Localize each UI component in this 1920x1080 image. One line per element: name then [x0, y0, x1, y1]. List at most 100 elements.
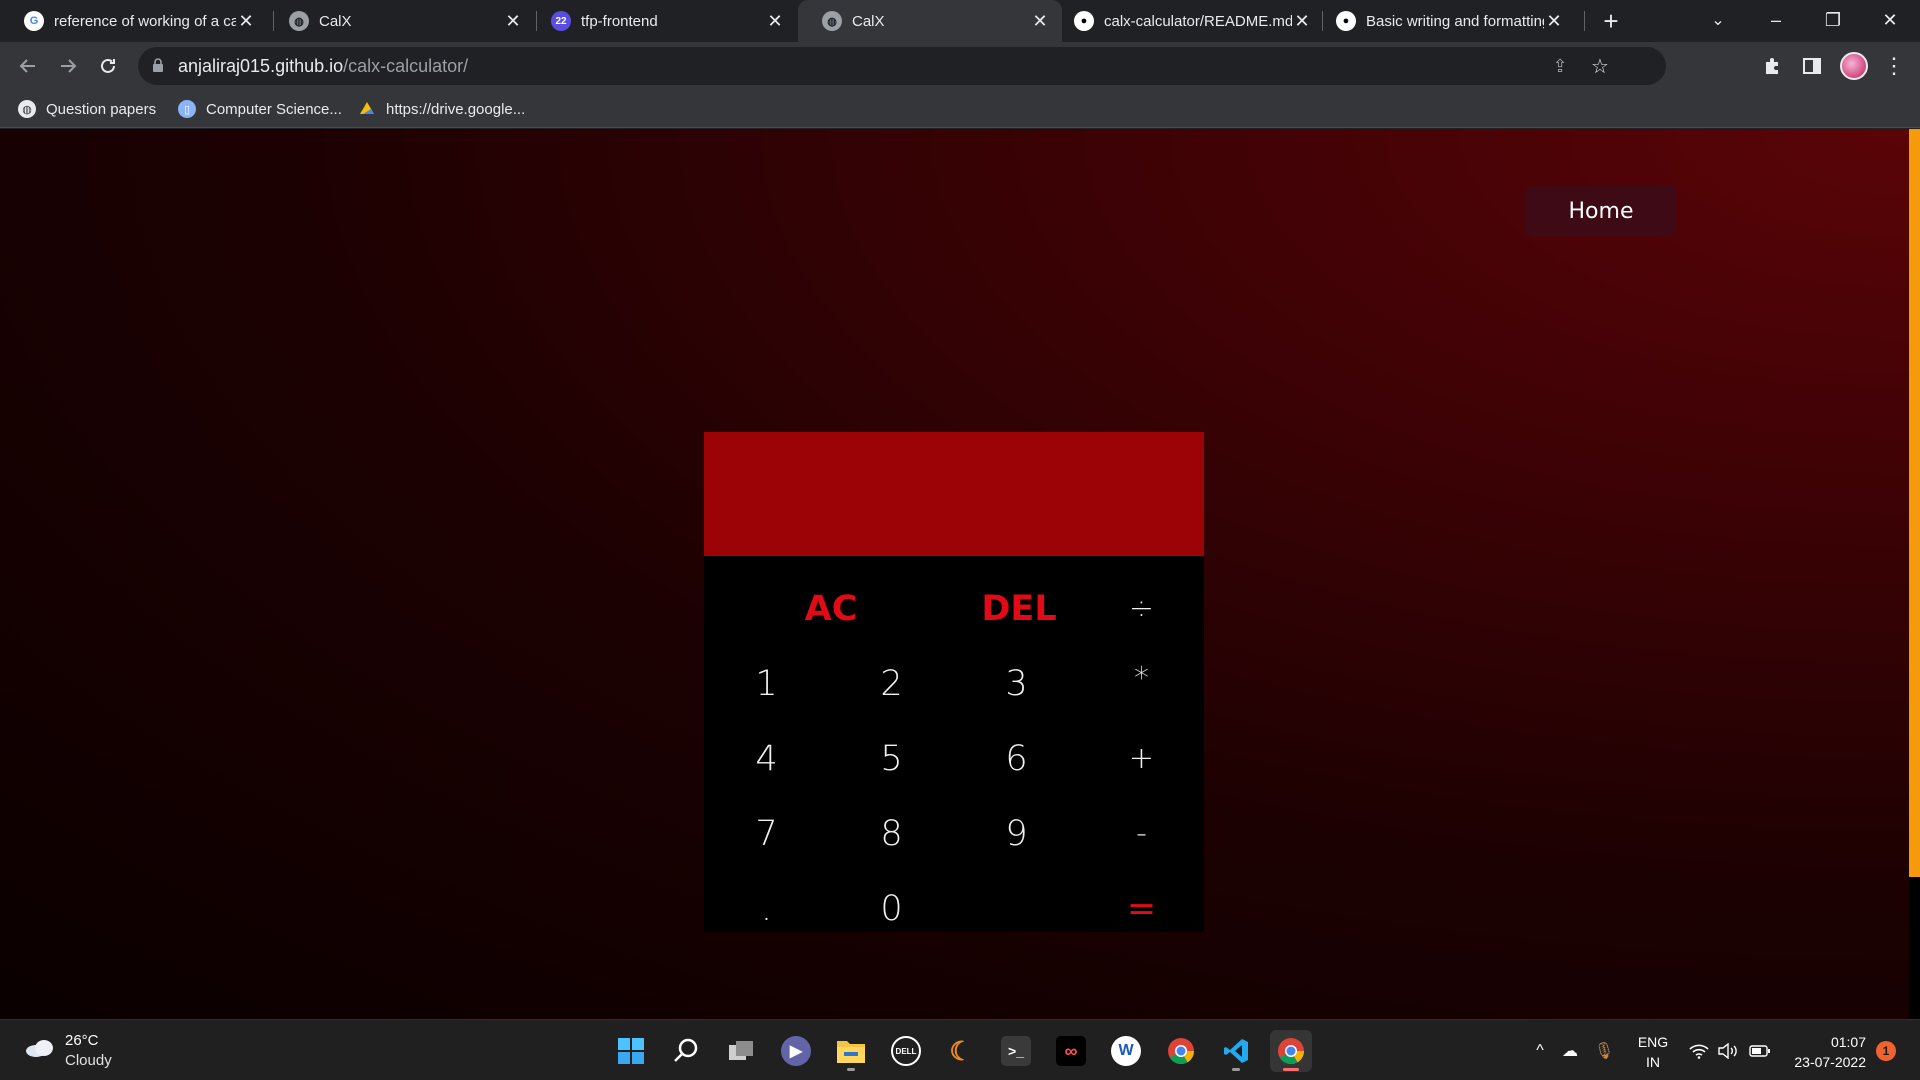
onedrive-icon[interactable]: ☁ [1558, 1040, 1582, 1062]
key-2[interactable]: 2 [829, 646, 954, 721]
close-icon[interactable]: ✕ [765, 11, 785, 31]
system-clock[interactable]: 01:07 23-07-2022 [1780, 1032, 1866, 1072]
dell-glyph: DELL [891, 1036, 921, 1066]
google-icon: G [24, 11, 44, 31]
reload-button[interactable] [92, 50, 124, 82]
bookmark-computer-science[interactable]: ▯ Computer Science... [178, 98, 342, 120]
key-equals[interactable]: = [954, 871, 1204, 946]
close-window-button[interactable]: ✕ [1862, 0, 1918, 40]
key-plus[interactable]: + [1079, 721, 1204, 796]
tab-readme[interactable]: ● calx-calculator/README.md ✕ [1062, 0, 1324, 42]
minimize-button[interactable]: – [1748, 0, 1804, 40]
volume-icon[interactable] [1716, 1040, 1740, 1062]
language-code: ENG [1637, 1034, 1669, 1050]
tab-calx[interactable]: ◍ CalX ✕ [265, 0, 535, 42]
key-3[interactable]: 3 [954, 646, 1079, 721]
close-icon[interactable]: ✕ [1030, 11, 1050, 31]
key-9[interactable]: 9 [954, 796, 1079, 871]
tab-divider [1584, 11, 1585, 31]
menu-dots-icon[interactable]: ⋮ [1882, 53, 1906, 78]
chrome-active-icon[interactable] [1270, 1030, 1312, 1072]
chevron-up-icon[interactable]: ^ [1530, 1040, 1550, 1062]
key-7[interactable]: 7 [704, 796, 829, 871]
key-0[interactable]: 0 [829, 871, 954, 946]
extensions-icon[interactable] [1760, 54, 1784, 78]
wifi-icon[interactable] [1688, 1040, 1710, 1062]
battery-glyph [1749, 1045, 1770, 1057]
tab-title: tfp-frontend [581, 12, 658, 30]
bookmark-star-icon[interactable]: ☆ [1588, 54, 1612, 78]
teams-chat-icon[interactable]: ▶ [775, 1030, 817, 1072]
vscode-icon[interactable] [1215, 1030, 1257, 1072]
close-icon[interactable]: ✕ [503, 11, 523, 31]
restore-button[interactable]: ❐ [1805, 0, 1861, 40]
address-bar[interactable]: anjaliraj015.github.io/calx-calculator/ … [138, 47, 1666, 85]
cloud-icon[interactable] [24, 1038, 56, 1058]
profile-avatar[interactable] [1840, 52, 1868, 80]
terminal-icon[interactable]: >_ [995, 1030, 1037, 1072]
scrollbar-thumb[interactable] [1909, 129, 1920, 877]
back-button[interactable] [12, 50, 44, 82]
creative-cloud-icon[interactable]: ∞ [1050, 1030, 1092, 1072]
key-1[interactable]: 1 [704, 646, 829, 721]
key-all-clear[interactable]: AC [766, 571, 896, 646]
bookmark-label: Question papers [46, 100, 157, 118]
word-glyph: W [1111, 1036, 1141, 1066]
key-6[interactable]: 6 [954, 721, 1079, 796]
search-icon[interactable] [665, 1030, 707, 1072]
new-tab-button[interactable]: + [1598, 6, 1624, 36]
tab-strip: G reference of working of a calc ✕ ◍ Cal… [0, 0, 1920, 42]
share-icon[interactable]: ⇪ [1548, 54, 1572, 78]
chrome-glyph [1278, 1038, 1305, 1065]
lock-icon[interactable] [152, 58, 164, 72]
vscode-glyph [1224, 1039, 1248, 1063]
chrome-icon[interactable] [1160, 1030, 1202, 1072]
bookmark-label: Computer Science... [206, 100, 342, 118]
home-button[interactable]: Home [1526, 186, 1676, 236]
key-8[interactable]: 8 [829, 796, 954, 871]
page-scrollbar[interactable] [1909, 129, 1920, 1019]
key-4[interactable]: 4 [704, 721, 829, 796]
forward-button[interactable] [52, 50, 84, 82]
language-indicator[interactable]: ENG IN [1636, 1032, 1670, 1072]
reload-icon [101, 58, 115, 73]
key-5[interactable]: 5 [829, 721, 954, 796]
weather-temperature[interactable]: 26°C [65, 1032, 99, 1049]
windows-start-icon[interactable] [610, 1030, 652, 1072]
app-icon: 22 [551, 11, 571, 31]
microphone-icon[interactable]: 🎙 [1594, 1040, 1614, 1062]
active-indicator [1283, 1068, 1299, 1071]
clock-date: 23-07-2022 [1794, 1054, 1866, 1070]
word-icon[interactable]: W [1105, 1030, 1147, 1072]
close-icon[interactable]: ✕ [1292, 11, 1312, 31]
battery-icon[interactable] [1748, 1040, 1772, 1062]
key-delete[interactable]: DEL [954, 571, 1084, 646]
magnifier-glyph [674, 1038, 698, 1062]
key-decimal[interactable]: . [704, 871, 829, 946]
tab-search-icon[interactable]: ⌄ [1690, 0, 1746, 40]
arrow-right-icon [61, 59, 77, 73]
bookmark-question-papers[interactable]: ◍ Question papers [18, 98, 156, 120]
tab-tfp-frontend[interactable]: 22 tfp-frontend ✕ [527, 0, 797, 42]
bookmark-google-drive[interactable]: https://drive.google... [358, 98, 525, 120]
side-panel-glyph [1803, 58, 1821, 74]
close-icon[interactable]: ✕ [236, 11, 256, 31]
puzzle-icon [1766, 58, 1778, 74]
tab-calx-active[interactable]: ◍ CalX ✕ [798, 0, 1062, 42]
key-multiply[interactable]: * [1079, 641, 1204, 716]
notification-badge[interactable]: 1 [1876, 1041, 1896, 1061]
eclipse-icon[interactable]: ☾ [940, 1030, 982, 1072]
github-icon: ● [1336, 11, 1356, 31]
key-minus[interactable]: - [1079, 796, 1204, 871]
task-view-icon[interactable] [720, 1030, 762, 1072]
side-panel-icon[interactable] [1800, 54, 1824, 78]
tab-reference[interactable]: G reference of working of a calc ✕ [0, 0, 268, 42]
weather-condition[interactable]: Cloudy [65, 1052, 112, 1069]
key-divide[interactable]: ÷ [1079, 571, 1204, 646]
close-icon[interactable]: ✕ [1544, 11, 1564, 31]
tab-basic-writing[interactable]: ● Basic writing and formatting ✕ [1324, 0, 1576, 42]
dell-icon[interactable]: DELL [885, 1030, 927, 1072]
url-text[interactable]: anjaliraj015.github.io/calx-calculator/ [178, 56, 468, 77]
file-explorer-icon[interactable] [830, 1030, 872, 1072]
url-host: anjaliraj015.github.io [178, 56, 344, 76]
